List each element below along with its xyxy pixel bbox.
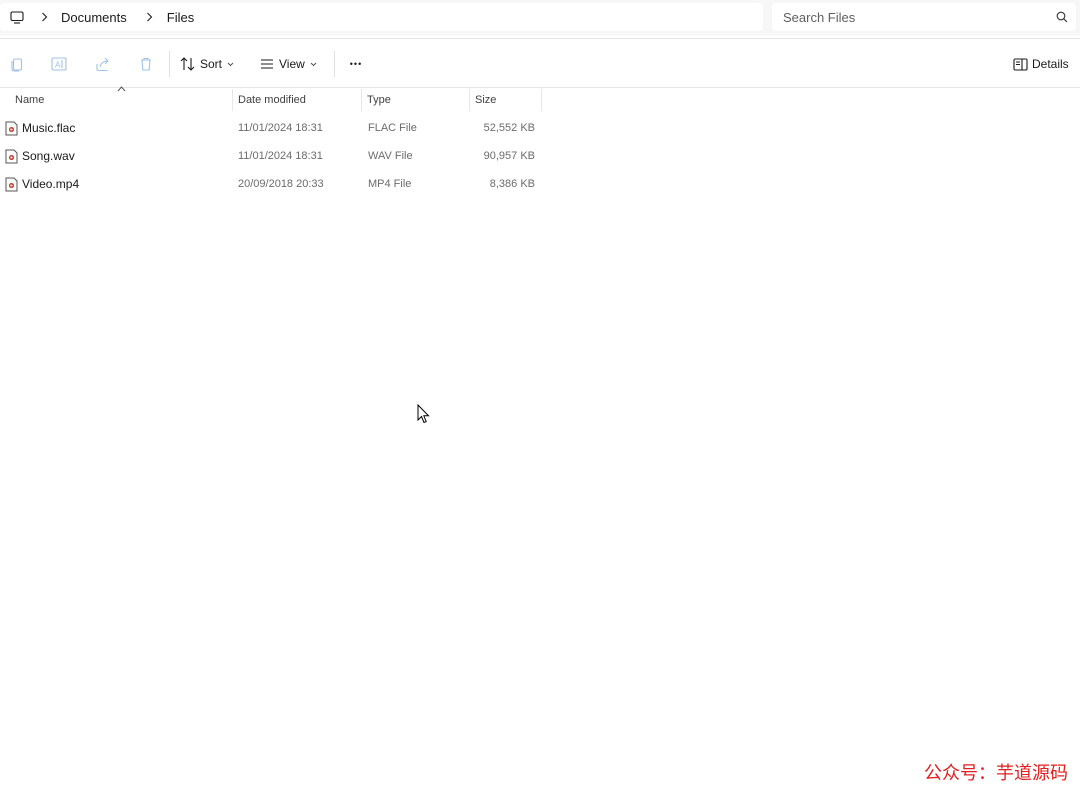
more-icon: ••• — [349, 59, 363, 69]
file-date: 11/01/2024 18:31 — [238, 150, 323, 162]
file-row[interactable]: Song.wav 11/01/2024 18:31 WAV File 90,95… — [0, 142, 542, 170]
column-header-size[interactable]: Size — [470, 89, 542, 111]
file-size: 90,957 KB — [483, 150, 535, 162]
command-bar: A Sort View ••• Details — [0, 38, 1080, 88]
view-label: View — [279, 57, 305, 71]
chevron-right-icon[interactable] — [31, 9, 57, 25]
breadcrumb-item-files[interactable]: Files — [163, 10, 198, 25]
copy-button[interactable] — [2, 51, 32, 77]
view-button[interactable]: View — [259, 51, 317, 77]
media-file-icon — [5, 177, 18, 191]
column-header-date-modified[interactable]: Date modified — [233, 89, 362, 111]
file-size: 52,552 KB — [483, 122, 535, 134]
file-type: MP4 File — [368, 178, 412, 190]
more-options-button[interactable]: ••• — [341, 51, 371, 77]
share-icon — [96, 57, 109, 72]
file-date: 20/09/2018 20:33 — [238, 178, 324, 190]
file-size: 8,386 KB — [489, 178, 535, 190]
file-date: 11/01/2024 18:31 — [238, 122, 323, 134]
sort-icon — [180, 57, 195, 71]
column-headers: Name Date modified Type Size — [0, 86, 542, 111]
file-name-cell: Video.mp4 — [5, 170, 79, 198]
file-name-cell: Song.wav — [5, 142, 75, 170]
svg-text:A: A — [55, 61, 61, 70]
file-name[interactable]: Video.mp4 — [22, 177, 79, 191]
this-pc-icon[interactable] — [9, 9, 25, 25]
column-header-name[interactable]: Name — [10, 89, 233, 111]
view-icon — [261, 59, 273, 69]
search-input[interactable] — [783, 9, 1043, 25]
breadcrumb[interactable]: Documents Files — [0, 3, 763, 31]
chevron-down-icon — [227, 62, 234, 66]
media-file-icon — [5, 121, 18, 135]
search-box[interactable] — [772, 3, 1076, 31]
file-name-cell: Music.flac — [5, 114, 75, 142]
mouse-cursor-icon — [417, 404, 430, 424]
file-row[interactable]: Music.flac 11/01/2024 18:31 FLAC File 52… — [0, 114, 542, 142]
file-type: FLAC File — [368, 122, 417, 134]
chevron-right-icon[interactable] — [137, 9, 163, 25]
share-button[interactable] — [88, 51, 118, 77]
sort-label: Sort — [200, 57, 223, 71]
trash-icon — [141, 57, 151, 71]
rename-icon: A — [51, 57, 67, 71]
file-list: Music.flac 11/01/2024 18:31 FLAC File 52… — [0, 114, 542, 198]
file-name[interactable]: Music.flac — [22, 121, 75, 135]
delete-button[interactable] — [131, 51, 161, 77]
copy-icon — [11, 58, 23, 72]
rename-button[interactable]: A — [45, 51, 75, 77]
file-type: WAV File — [368, 150, 413, 162]
address-bar-row: Documents Files — [0, 0, 1080, 36]
file-row[interactable]: Video.mp4 20/09/2018 20:33 MP4 File 8,38… — [0, 170, 542, 198]
breadcrumb-item-documents[interactable]: Documents — [57, 10, 131, 25]
toolbar-divider — [334, 51, 335, 77]
details-label: Details — [1032, 57, 1069, 71]
search-icon[interactable] — [1056, 10, 1070, 24]
details-pane-button[interactable]: Details — [1013, 51, 1069, 77]
file-name[interactable]: Song.wav — [22, 149, 75, 163]
media-file-icon — [5, 149, 18, 163]
sort-button[interactable]: Sort — [180, 51, 234, 77]
chevron-down-icon — [310, 62, 317, 66]
toolbar-divider — [169, 51, 170, 77]
details-pane-icon — [1013, 57, 1028, 71]
watermark-text: 公众号：芋道源码 — [924, 763, 1068, 784]
column-header-type[interactable]: Type — [362, 89, 470, 111]
